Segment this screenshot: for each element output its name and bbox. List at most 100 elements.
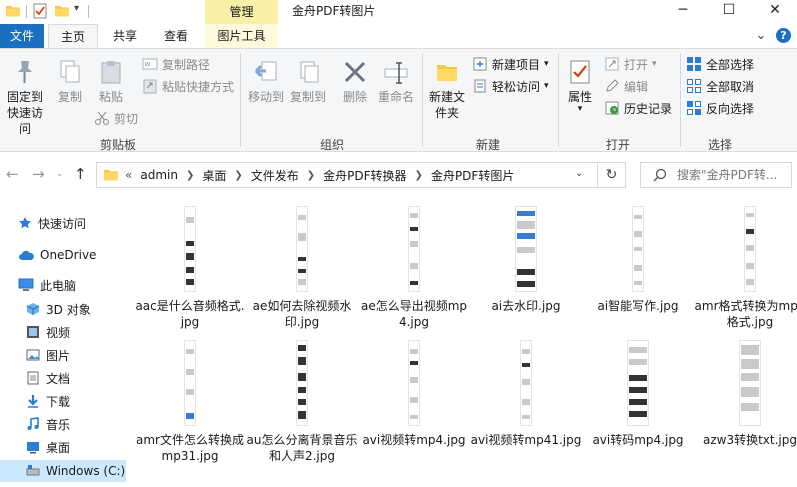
copy-to-button[interactable]: 复制到 <box>288 59 328 105</box>
nav-item-downloads[interactable]: 下载 <box>26 390 70 412</box>
quick-access-separator <box>88 5 89 18</box>
delete-button[interactable]: 删除 <box>338 59 372 105</box>
select-all-button[interactable]: 全部选择 <box>686 54 754 74</box>
back-arrow-icon[interactable]: ← <box>6 165 19 183</box>
properties-check-icon[interactable] <box>32 3 48 19</box>
open-button[interactable]: 打开 ▾ <box>604 54 657 74</box>
forward-arrow-icon[interactable]: → <box>32 165 45 183</box>
group-separator <box>422 53 423 147</box>
cut-button[interactable]: 剪切 <box>94 108 138 128</box>
select-none-label: 全部取消 <box>706 79 755 94</box>
nav-item-music[interactable]: 音乐 <box>26 413 70 435</box>
maximize-button[interactable]: ☐ <box>707 0 751 22</box>
file-name: aac是什么音频格式.jpg <box>135 299 245 329</box>
file-item[interactable]: avi视频转mp4.jpg <box>358 334 470 464</box>
pin-to-quick-access-button[interactable]: 固定到快速访问 <box>2 59 48 137</box>
drive-icon <box>26 465 40 476</box>
nav-item-videos[interactable]: 视频 <box>26 321 70 343</box>
file-item[interactable]: amr格式转换为mp3格式.jpg <box>694 200 797 330</box>
breadcrumb-item[interactable]: 桌面 <box>202 167 226 184</box>
move-to-button[interactable]: 移动到 <box>246 59 286 105</box>
new-group-label: 新建 <box>475 138 500 152</box>
chevron-right-icon[interactable]: ❯ <box>415 170 423 181</box>
invert-selection-icon <box>687 101 701 115</box>
file-item[interactable]: aac是什么音频格式.jpg <box>134 200 246 330</box>
file-item[interactable]: ae怎么导出视频mp4.jpg <box>358 200 470 330</box>
chevron-right-icon[interactable]: ❯ <box>234 170 242 181</box>
copy-button[interactable]: 复制 <box>52 59 88 105</box>
nav-item-this-pc[interactable]: 此电脑 <box>18 274 76 296</box>
nav-item-3d-objects[interactable]: 3D 对象 <box>26 298 91 320</box>
up-arrow-icon[interactable]: ↑ <box>74 165 87 183</box>
nav-item-drive-c[interactable]: Windows (C:) <box>0 460 126 482</box>
file-item[interactable]: ae如何去除视频水印.jpg <box>246 200 358 330</box>
properties-button[interactable]: 属性 ▾ <box>562 59 598 114</box>
address-bar[interactable]: « admin ❯ 桌面 ❯ 文件发布 ❯ 金舟PDF转换器 ❯ 金舟PDF转图… <box>96 162 598 188</box>
breadcrumb-overflow[interactable]: « <box>125 168 132 182</box>
new-folder-icon <box>437 65 457 81</box>
file-item[interactable]: amr文件怎么转换成mp31.jpg <box>134 334 246 464</box>
breadcrumb-item[interactable]: 金舟PDF转换器 <box>323 167 406 184</box>
copy-path-button[interactable]: W 复制路径 <box>142 54 210 74</box>
nav-label: 3D 对象 <box>46 302 91 317</box>
minimize-button[interactable]: ─ <box>661 0 705 22</box>
pin-icon <box>18 61 32 83</box>
refresh-button[interactable]: ↻ <box>598 162 626 188</box>
new-item-button[interactable]: 新建项目 ▾ <box>472 54 549 74</box>
file-item[interactable]: avi转码mp4.jpg <box>582 334 694 464</box>
copy-to-icon <box>300 61 319 83</box>
paste-shortcut-button[interactable]: 粘贴快捷方式 <box>142 76 234 96</box>
dropdown-arrow-icon: ▾ <box>577 104 583 114</box>
chevron-right-icon[interactable]: ❯ <box>307 170 315 181</box>
new-folder-button[interactable]: 新建文件夹 <box>426 59 468 121</box>
search-placeholder: 搜索"金舟PDF转... <box>677 168 778 182</box>
file-name: avi视频转mp4.jpg <box>362 433 466 447</box>
paste-button[interactable]: 粘贴 <box>92 59 130 105</box>
help-icon[interactable]: ? <box>776 28 791 43</box>
easy-access-button[interactable]: 轻松访问 ▾ <box>472 76 549 96</box>
edit-button[interactable]: 编辑 <box>604 76 648 96</box>
close-button[interactable]: ✕ <box>753 0 797 22</box>
file-name: ae如何去除视频水印.jpg <box>252 299 352 329</box>
manage-context-tab[interactable]: 管理 <box>205 0 278 24</box>
nav-item-pictures[interactable]: 图片 <box>26 344 70 366</box>
file-item[interactable]: ai去水印.jpg <box>470 200 582 330</box>
chevron-down-icon[interactable]: ⌄ <box>575 168 583 179</box>
tab-home[interactable]: 主页 <box>48 24 98 49</box>
file-item[interactable]: azw3转换txt.jpg <box>694 334 797 464</box>
tab-view[interactable]: 查看 <box>154 24 198 48</box>
breadcrumb-item[interactable]: 文件发布 <box>251 167 299 184</box>
breadcrumb-item[interactable]: admin <box>140 168 178 182</box>
rename-button[interactable]: 重命名 <box>376 59 416 105</box>
nav-item-onedrive[interactable]: OneDrive <box>18 244 96 266</box>
recent-locations-icon[interactable]: ⌄ <box>56 169 64 179</box>
nav-label: 快速访问 <box>38 216 87 231</box>
folder-icon <box>104 170 118 181</box>
edit-label: 编辑 <box>624 79 649 94</box>
file-thumbnail <box>184 206 196 292</box>
tab-file[interactable]: 文件 <box>0 24 44 48</box>
new-folder-icon[interactable] <box>54 3 70 19</box>
search-box[interactable]: 搜索"金舟PDF转... <box>640 162 792 188</box>
scissors-icon <box>95 111 109 125</box>
nav-item-documents[interactable]: 文档 <box>26 367 70 389</box>
tab-picture-tools[interactable]: 图片工具 <box>205 24 278 48</box>
file-item[interactable]: au怎么分离背景音乐和人声2.jpg <box>246 334 358 464</box>
select-none-button[interactable]: 全部取消 <box>686 76 754 96</box>
nav-item-desktop[interactable]: 桌面 <box>26 436 70 458</box>
file-item[interactable]: avi视频转mp41.jpg <box>470 334 582 464</box>
nav-item-quick-access[interactable]: 快速访问 <box>18 212 86 234</box>
open-label: 打开 <box>624 57 649 72</box>
customize-quick-access-icon[interactable]: ▾ <box>74 3 79 14</box>
file-item[interactable]: ai智能写作.jpg <box>582 200 694 330</box>
select-all-icon <box>687 57 701 71</box>
chevron-right-icon[interactable]: ❯ <box>186 170 194 181</box>
star-icon <box>19 217 31 229</box>
breadcrumb-item[interactable]: 金舟PDF转图片 <box>431 167 514 184</box>
invert-selection-button[interactable]: 反向选择 <box>686 98 754 118</box>
tab-share[interactable]: 共享 <box>104 24 146 48</box>
history-button[interactable]: 历史记录 <box>604 98 672 118</box>
expand-ribbon-icon[interactable]: ⌄ <box>752 24 770 48</box>
copy-to-label: 复制到 <box>289 90 326 104</box>
history-icon <box>605 101 619 115</box>
